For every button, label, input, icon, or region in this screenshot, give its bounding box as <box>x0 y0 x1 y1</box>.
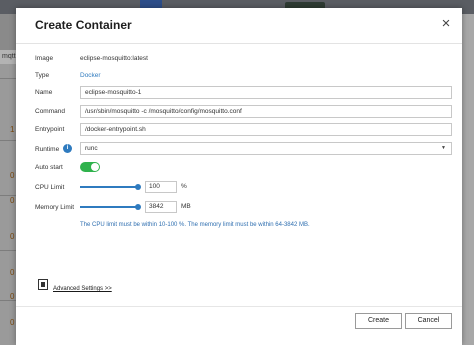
cpu-limit-unit: % <box>181 183 187 190</box>
entrypoint-input[interactable]: /docker-entrypoint.sh <box>80 123 452 136</box>
runtime-select[interactable]: runc ▼ <box>80 142 452 155</box>
command-label: Command <box>35 108 65 115</box>
runtime-label: Runtime <box>35 146 60 153</box>
toggle-knob <box>91 163 99 171</box>
auto-start-toggle[interactable] <box>80 162 100 172</box>
memory-limit-slider-handle[interactable] <box>135 204 141 210</box>
close-icon[interactable]: × <box>438 16 454 32</box>
memory-limit-slider[interactable] <box>80 206 138 208</box>
cpu-limit-input[interactable]: 100 <box>145 181 177 193</box>
advanced-settings-link[interactable]: Advanced Settings >> <box>53 286 112 292</box>
command-input[interactable]: /usr/sbin/mosquitto -c /mosquitto/config… <box>80 105 452 118</box>
help-icon[interactable]: i <box>63 144 72 153</box>
footer-divider <box>16 306 462 307</box>
runtime-selected-value: runc <box>85 145 98 152</box>
name-label: Name <box>35 89 53 96</box>
background-row-count: 0 <box>10 292 15 301</box>
create-container-dialog: Create Container × Image eclipse-mosquit… <box>16 8 462 345</box>
settings-icon-glyph <box>41 282 45 287</box>
image-value: eclipse-mosquitto:latest <box>80 55 148 62</box>
cpu-limit-slider-handle[interactable] <box>135 184 141 190</box>
memory-limit-label: Memory Limit <box>35 204 75 211</box>
auto-start-label: Auto start <box>35 164 63 171</box>
name-input[interactable]: eclipse-mosquitto-1 <box>80 86 452 99</box>
dialog-title: Create Container <box>35 18 132 32</box>
cpu-limit-slider[interactable] <box>80 186 138 188</box>
type-value: Docker <box>80 72 101 79</box>
background-row-count: 0 <box>10 196 15 205</box>
background-row-count: 0 <box>10 232 15 241</box>
background-scroll-area <box>462 14 474 345</box>
settings-icon <box>38 279 48 290</box>
background-row-count: 1 <box>10 125 15 134</box>
cpu-limit-label: CPU Limit <box>35 184 65 191</box>
background-row-count: 0 <box>10 318 15 327</box>
type-label: Type <box>35 72 50 79</box>
memory-limit-input[interactable]: 3842 <box>145 201 177 213</box>
image-label: Image <box>35 55 54 62</box>
memory-limit-unit: MB <box>181 203 191 210</box>
dialog-header: Create Container × <box>16 8 462 44</box>
limit-hint-text: The CPU limit must be within 10-100 %. T… <box>80 222 310 228</box>
chevron-down-icon: ▼ <box>441 145 446 151</box>
cancel-button[interactable]: Cancel <box>405 313 452 329</box>
background-row-count: 0 <box>10 171 15 180</box>
create-button[interactable]: Create <box>355 313 402 329</box>
background-row-count: 0 <box>10 268 15 277</box>
entrypoint-label: Entrypoint <box>35 126 65 133</box>
